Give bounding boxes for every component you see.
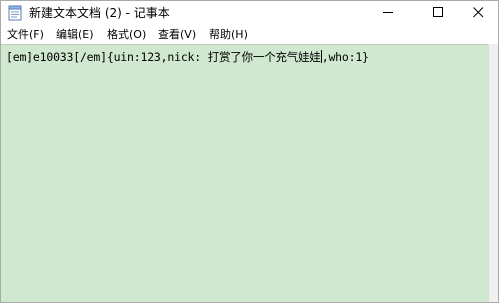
menu-edit[interactable]: 编辑(E) — [56, 27, 94, 42]
minimize-button[interactable] — [366, 1, 410, 23]
maximize-icon — [432, 3, 444, 22]
close-icon — [472, 3, 484, 22]
menu-format[interactable]: 格式(O) — [107, 27, 146, 42]
editor-text-before-caret: [em]e10033[/em]{uin:123,nick: 打赏了你一个充气娃娃 — [6, 50, 321, 64]
menu-view[interactable]: 查看(V) — [158, 27, 196, 42]
window-title: 新建文本文档 (2) - 记事本 — [29, 6, 170, 20]
title-bar[interactable]: 新建文本文档 (2) - 记事本 — [1, 1, 498, 25]
editor-text-after-caret: ,who:1} — [321, 50, 369, 64]
menu-bar: 文件(F) 编辑(E) 格式(O) 查看(V) 帮助(H) — [1, 25, 498, 44]
menu-help[interactable]: 帮助(H) — [209, 27, 248, 42]
editor-content[interactable]: [em]e10033[/em]{uin:123,nick: 打赏了你一个充气娃娃… — [6, 49, 369, 65]
vertical-scrollbar[interactable] — [488, 44, 498, 302]
text-editor-area[interactable]: [em]e10033[/em]{uin:123,nick: 打赏了你一个充气娃娃… — [1, 44, 488, 302]
minimize-icon — [382, 3, 394, 22]
maximize-button[interactable] — [416, 1, 460, 23]
notepad-icon — [8, 5, 22, 21]
menu-file[interactable]: 文件(F) — [7, 27, 44, 42]
close-button[interactable] — [456, 1, 499, 23]
notepad-window: 新建文本文档 (2) - 记事本 文件(F) 编辑(E) 格式(O) 查看(V)… — [0, 0, 499, 303]
